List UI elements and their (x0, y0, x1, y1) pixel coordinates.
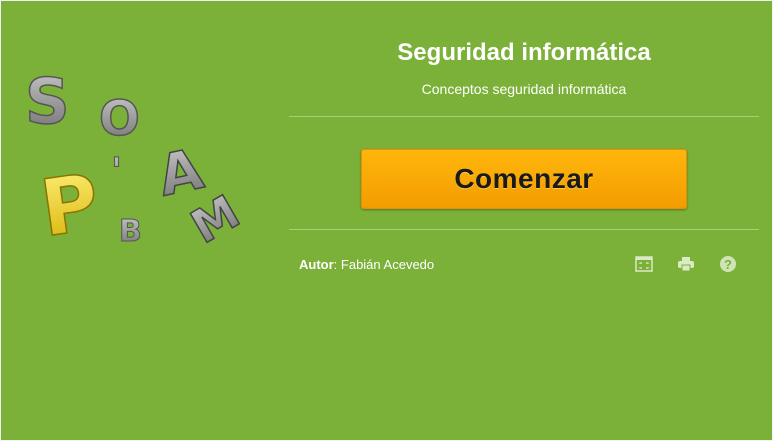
logo-letter-apostrophe: ' (111, 151, 122, 192)
fullscreen-icon (635, 256, 653, 272)
divider (289, 116, 759, 117)
print-icon (678, 257, 694, 271)
logo: S O P ' B A M (19, 63, 259, 253)
help-button[interactable]: ? (717, 253, 739, 275)
logo-letters: S O P ' B A M (24, 64, 249, 253)
print-button[interactable] (675, 253, 697, 275)
logo-letter-o: O (99, 91, 140, 147)
toolbar: ? (633, 253, 743, 275)
page-title: Seguridad informática (397, 39, 651, 66)
fullscreen-button[interactable] (633, 253, 655, 275)
logo-letter-s: S (25, 65, 70, 138)
page-subtitle: Conceptos seguridad informática (421, 81, 627, 97)
author-info: Autor: Fabián Acevedo (299, 257, 434, 272)
app-frame: S O P ' B A M Seguridad informática Conc… (0, 0, 773, 441)
author-label: Autor (299, 257, 334, 272)
start-button[interactable]: Comenzar (361, 149, 687, 209)
help-icon: ? (720, 256, 736, 272)
divider (289, 229, 759, 230)
start-button-label: Comenzar (454, 163, 594, 194)
logo-letter-b: B (119, 214, 142, 249)
author-name: : Fabián Acevedo (333, 257, 435, 272)
logo-letter-p: P (35, 158, 104, 253)
